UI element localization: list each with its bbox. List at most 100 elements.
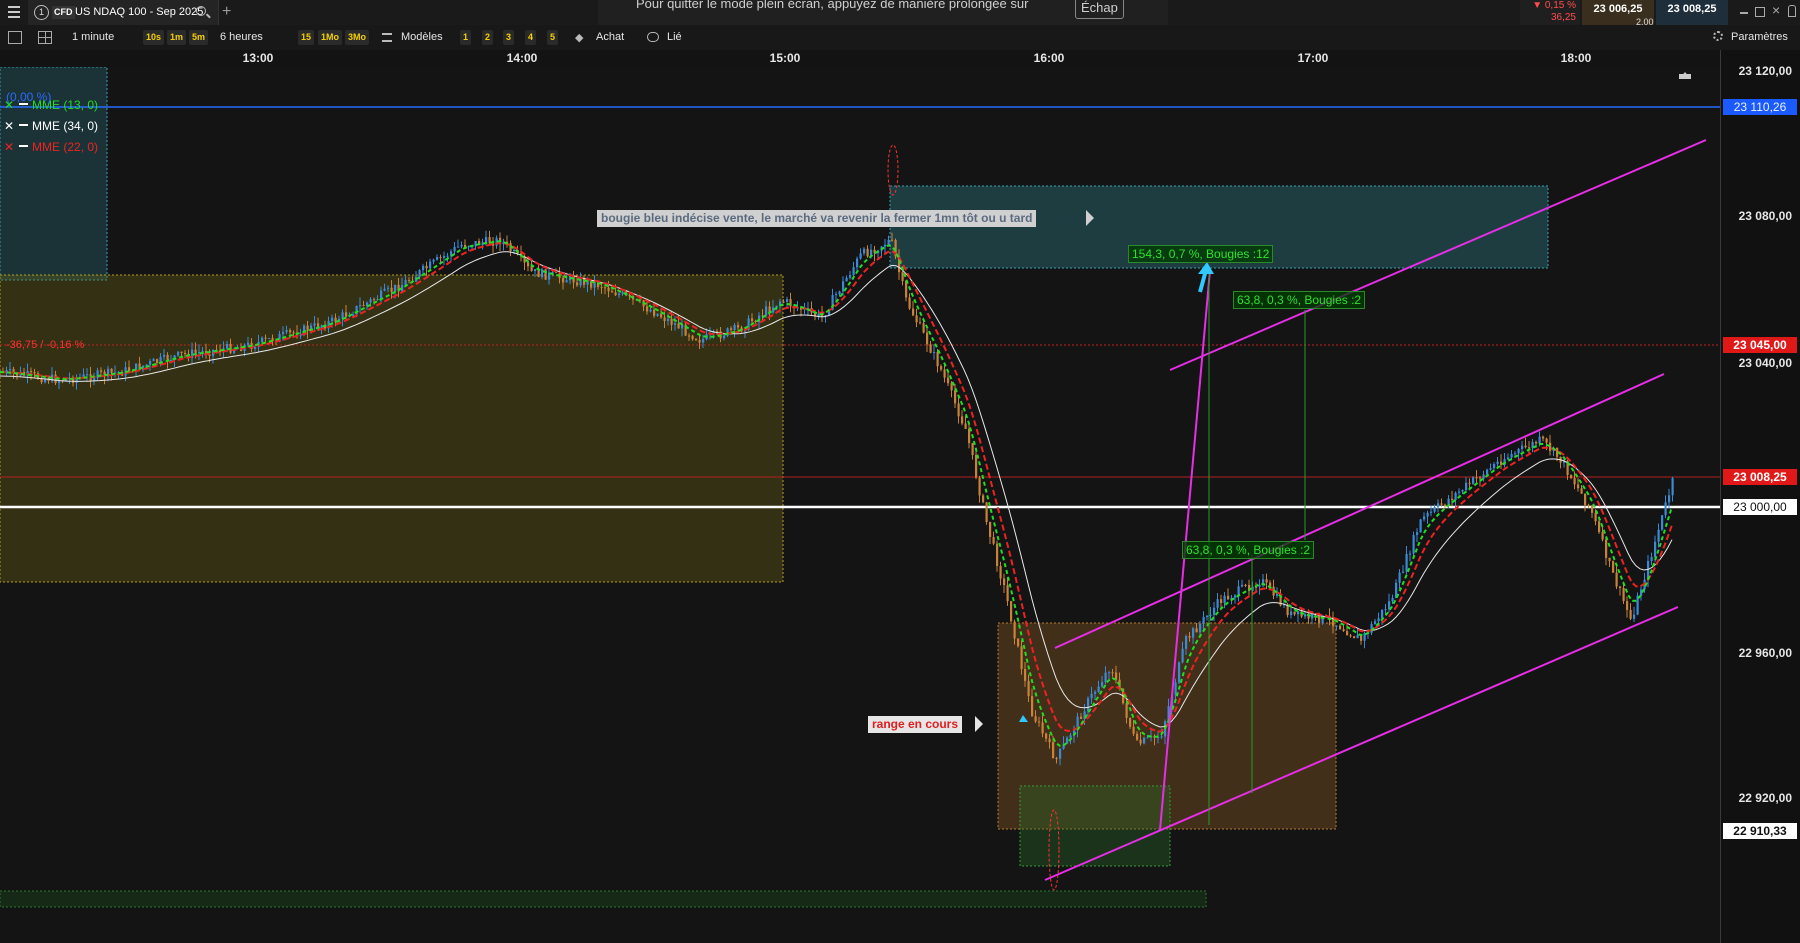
remove-icon[interactable]: ✕ (4, 139, 16, 156)
candle-body (891, 239, 894, 241)
interval-10s[interactable]: 10s (143, 30, 165, 45)
measure-label-3[interactable]: 63,8, 0,3 %, Bougies :2 (1182, 541, 1315, 559)
candle-body (1097, 686, 1100, 692)
fullscreen-notice-text: Pour quitter le mode plein écran, appuye… (636, 0, 1029, 11)
candle-body (1650, 556, 1653, 561)
candle-body (765, 306, 768, 316)
candle-body (1374, 621, 1377, 625)
buy-button[interactable]: Achat (596, 30, 624, 45)
candle-body (1598, 521, 1601, 533)
ask-box[interactable]: 23 008,25 (1656, 0, 1728, 25)
candle-body (1622, 587, 1625, 602)
minimize-icon[interactable] (1740, 12, 1748, 14)
candle-body (285, 330, 288, 333)
restore-icon[interactable] (1755, 7, 1765, 17)
search-icon[interactable] (196, 6, 206, 16)
interval-select[interactable]: 1 minute (72, 30, 114, 45)
candle-body (929, 344, 932, 353)
candle-body (1633, 614, 1636, 619)
list-icon[interactable] (8, 31, 22, 44)
candle-body (971, 443, 974, 455)
range-1mo[interactable]: 1Mo (318, 30, 342, 45)
cfd-badge: CFD (52, 6, 75, 19)
measure-label-2[interactable]: 63,8, 0,3 %, Bougies :2 (1233, 291, 1366, 309)
candle-body (1069, 735, 1072, 738)
candle-body (1356, 634, 1359, 639)
pin-icon[interactable] (1788, 5, 1796, 17)
candle-body (446, 255, 449, 257)
note-range[interactable]: range en cours (868, 716, 963, 733)
candle-body (1458, 491, 1461, 493)
price-axis[interactable]: 23 120,00 23 080,00 23 040,00 22 960,00 … (1720, 50, 1800, 943)
candle-body (460, 244, 463, 247)
link-icon (647, 32, 659, 42)
interval-1m[interactable]: 1m (167, 30, 187, 45)
candle-body (859, 253, 862, 259)
candle-body (1577, 484, 1580, 489)
add-tab-icon[interactable]: + (222, 2, 231, 22)
chart-area[interactable]: ✕ MME (13, 0) ✕ MME (34, 0) ✕ MME (22, 0) (… (0, 67, 1720, 943)
candle-body (618, 293, 621, 296)
range-select[interactable]: 6 heures (220, 30, 263, 45)
ask-price: 23 008,25 (1667, 3, 1717, 15)
layout-2[interactable]: 2 (482, 30, 494, 45)
candle-body (1111, 672, 1114, 674)
candle-body (1482, 474, 1485, 479)
legend-label: MME (34, 0) (32, 119, 99, 133)
price-tick: 23 120,00 (1738, 64, 1792, 78)
candle-body (453, 246, 456, 252)
candle-body (1587, 504, 1590, 507)
search-icon-handle (206, 13, 211, 19)
candle-body (1104, 672, 1107, 683)
interval-5m[interactable]: 5m (189, 30, 209, 45)
candle-body (1132, 726, 1135, 734)
candle-body (1377, 618, 1380, 622)
menu-icon[interactable] (8, 6, 20, 18)
layout-5[interactable]: 5 (547, 30, 559, 45)
legend-ema-22[interactable]: ✕ MME (22, 0) (4, 139, 98, 156)
range-3mo[interactable]: 3Mo (345, 30, 369, 45)
price-chart[interactable] (0, 67, 1720, 943)
bid-price: 23 006,25 (1593, 3, 1643, 15)
candle-body (1045, 733, 1048, 739)
range-15[interactable]: 15 (298, 30, 315, 45)
remove-icon[interactable]: ✕ (4, 118, 16, 135)
change-label: -36,75 / -0,16 % (6, 339, 85, 351)
gear-icon[interactable] (1713, 31, 1723, 41)
layout-4[interactable]: 4 (525, 30, 537, 45)
measure-label-1[interactable]: 154,3, 0,7 %, Bougies :12 (1128, 245, 1274, 263)
candle-body (1626, 601, 1629, 610)
layout-1[interactable]: 1 (460, 30, 472, 45)
note-blue-candle[interactable]: bougie bleu indécise vente, le marché va… (597, 210, 1037, 227)
candle-body (1129, 717, 1132, 727)
candle-body (1661, 515, 1664, 530)
price-tick: 23 080,00 (1738, 209, 1792, 223)
candle-body (1451, 498, 1454, 500)
candle-body (656, 313, 659, 316)
legend-ema-34[interactable]: ✕ MME (34, 0) (4, 118, 98, 135)
candle-body (163, 354, 166, 357)
candle-body (1419, 519, 1422, 533)
models-button[interactable]: Modèles (401, 30, 443, 45)
candle-body (390, 287, 393, 292)
candle-body (1090, 693, 1093, 699)
candle-body (1342, 629, 1345, 632)
blue-level-badge: 23 110,26 (1723, 99, 1797, 115)
close-icon[interactable]: × (1772, 2, 1780, 18)
candle-body (1629, 609, 1632, 619)
layout-3[interactable]: 3 (503, 30, 515, 45)
candle-body (856, 258, 859, 268)
candle-body (950, 383, 953, 391)
grid-layout-icon[interactable] (38, 31, 52, 44)
candle-body (1087, 698, 1090, 712)
candle-body (670, 318, 673, 325)
chart-tab[interactable]: 1 CFD US NDAQ 100 - Sep 2025 (28, 0, 219, 25)
channel-upper-2 (1054, 373, 1665, 649)
linked-button[interactable]: Lié (667, 30, 682, 45)
candle-body (58, 380, 61, 384)
time-axis: 13:00 14:00 15:00 16:00 17:00 18:00 (0, 50, 1720, 67)
change-percent: ▼ 0,15 % (1532, 0, 1576, 11)
candle-body (667, 318, 670, 321)
candle-body (1475, 477, 1478, 479)
settings-button[interactable]: Paramètres (1731, 30, 1788, 45)
